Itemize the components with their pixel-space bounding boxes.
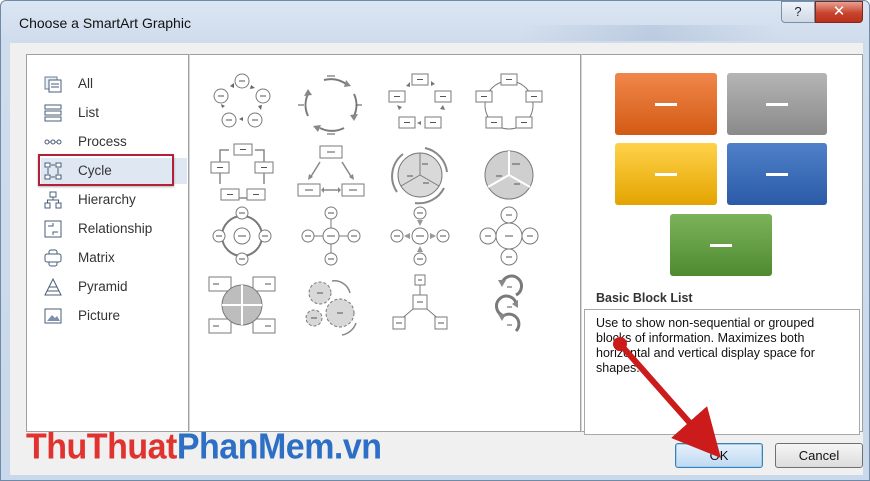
multidirectional-cycle-icon	[297, 145, 365, 197]
category-hierarchy[interactable]: Hierarchy	[41, 187, 187, 213]
layout-continuous-cycle[interactable]	[207, 142, 277, 208]
category-label: Picture	[78, 308, 121, 323]
layout-multidirectional-cycle[interactable]	[296, 142, 366, 208]
hierarchy-icon	[44, 191, 62, 209]
layout-radial-cluster[interactable]	[385, 273, 455, 339]
preview-block-blue	[727, 143, 827, 205]
layout-gallery	[189, 54, 581, 432]
category-relationship[interactable]: Relationship	[41, 216, 187, 242]
preview-block-text-placeholder	[766, 103, 788, 106]
layout-description: Use to show non-sequential or grouped bl…	[584, 309, 860, 435]
category-list: All List Process Cycle Hierarchy Relatio…	[26, 54, 189, 432]
block-cycle-icon	[388, 73, 452, 129]
cancel-button[interactable]: Cancel	[775, 443, 863, 468]
layout-block-cycle[interactable]	[385, 72, 455, 138]
list-icon	[44, 104, 62, 122]
picture-icon	[44, 308, 62, 324]
title-bar[interactable]: Choose a SmartArt Graphic ? ✕	[1, 1, 869, 41]
category-label: All	[78, 76, 94, 91]
selection-highlight-box	[38, 154, 174, 186]
help-button[interactable]: ?	[781, 1, 815, 23]
basic-radial-icon	[301, 206, 361, 266]
layout-diverging-radial[interactable]	[385, 203, 455, 269]
layout-gear[interactable]	[296, 273, 366, 339]
layout-basic-cycle[interactable]	[207, 72, 277, 138]
layout-cycle-matrix[interactable]	[207, 273, 277, 339]
layout-nondirectional-cycle[interactable]	[474, 72, 544, 138]
preview-block-green	[670, 214, 772, 276]
all-icon	[44, 76, 62, 93]
radial-cluster-icon	[392, 274, 448, 330]
category-matrix[interactable]: Matrix	[41, 245, 187, 271]
radial-venn-icon	[479, 206, 539, 266]
cycle-matrix-icon	[208, 276, 276, 334]
layout-radial-venn[interactable]	[474, 203, 544, 269]
pyramid-icon	[44, 278, 62, 296]
layout-radial-cycle[interactable]	[207, 203, 277, 269]
gear-icon	[305, 280, 357, 336]
watermark-logo: ThuThuatPhanMem.vn	[26, 427, 382, 468]
title-bar-background-blur	[521, 25, 781, 41]
preview-block-text-placeholder	[655, 173, 677, 176]
preview-block-text-placeholder	[710, 244, 732, 247]
layout-basic-pie[interactable]	[474, 142, 544, 208]
preview-block-gray	[727, 73, 827, 135]
diverging-radial-icon	[390, 206, 450, 266]
category-label: List	[78, 105, 100, 120]
category-label: Hierarchy	[78, 192, 136, 207]
circle-arrow-process-icon	[494, 274, 524, 333]
nondirectional-cycle-icon	[475, 73, 543, 130]
text-cycle-icon	[298, 75, 362, 135]
category-label: Matrix	[78, 250, 115, 265]
layout-basic-radial[interactable]	[296, 203, 366, 269]
category-list-item[interactable]: List	[41, 100, 187, 126]
preview-block-yellow	[615, 143, 717, 205]
category-label: Pyramid	[78, 279, 128, 294]
layout-text-cycle[interactable]	[296, 72, 366, 138]
close-button[interactable]: ✕	[815, 1, 863, 23]
category-all[interactable]: All	[41, 71, 187, 97]
preview-block-text-placeholder	[766, 173, 788, 176]
process-icon	[44, 139, 62, 145]
matrix-icon	[44, 249, 62, 267]
category-label: Process	[78, 134, 127, 149]
dialog-title: Choose a SmartArt Graphic	[19, 15, 191, 31]
layout-segmented-cycle[interactable]	[385, 142, 455, 208]
ok-button[interactable]: OK	[675, 443, 763, 468]
layout-name-label: Basic Block List	[596, 291, 693, 305]
basic-pie-icon	[484, 150, 534, 200]
segmented-cycle-icon	[391, 147, 448, 205]
preview-block-text-placeholder	[655, 103, 677, 106]
category-process[interactable]: Process	[41, 129, 187, 155]
layout-circle-arrow-process[interactable]	[474, 273, 544, 339]
watermark-part-blue: PhanMem.vn	[176, 427, 382, 467]
relationship-icon	[44, 220, 62, 238]
category-pyramid[interactable]: Pyramid	[41, 274, 187, 300]
preview-block-orange	[615, 73, 717, 135]
continuous-cycle-icon	[210, 143, 274, 201]
radial-cycle-icon	[212, 206, 272, 266]
watermark-part-red: ThuThuat	[26, 427, 177, 467]
basic-cycle-icon	[213, 73, 271, 128]
category-label: Relationship	[78, 221, 153, 236]
category-picture[interactable]: Picture	[41, 303, 187, 329]
